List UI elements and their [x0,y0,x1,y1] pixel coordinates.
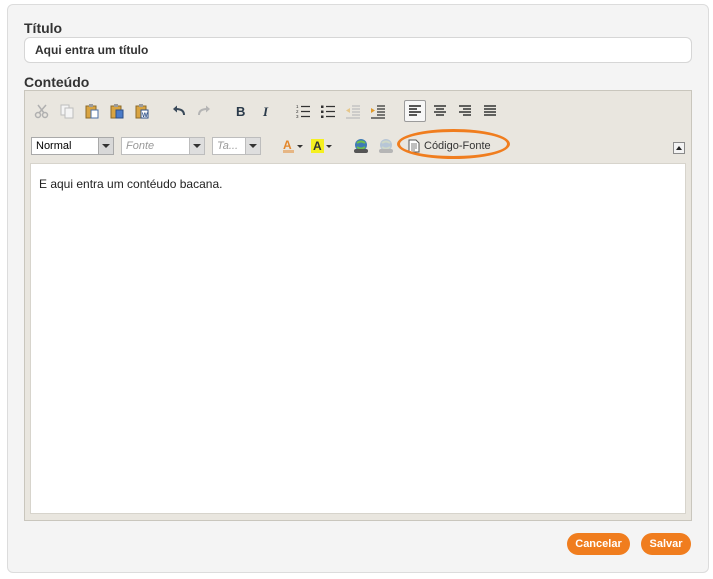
paste-icon[interactable] [81,100,103,122]
copy-icon[interactable] [56,100,78,122]
undo-icon[interactable] [168,100,190,122]
format-select[interactable]: Normal [31,137,114,155]
title-label: Título [24,20,63,36]
outdent-icon[interactable] [342,100,364,122]
unlink-icon[interactable] [375,135,397,157]
document-icon [408,139,420,153]
svg-text:W: W [142,113,148,119]
size-select-value: Ta... [217,140,238,152]
bold-icon[interactable]: B [230,100,252,122]
cancel-button[interactable]: Cancelar [567,533,630,555]
cut-icon[interactable] [31,100,53,122]
chevron-down-icon [189,138,204,154]
svg-text:B: B [236,104,245,119]
rich-text-editor: W B I 123 Normal Fonte Ta... A A Código-… [24,90,692,521]
redo-icon[interactable] [193,100,215,122]
svg-text:A: A [313,139,322,153]
indent-icon[interactable] [367,100,389,122]
size-select[interactable]: Ta... [212,137,261,155]
format-select-value: Normal [36,140,72,152]
source-code-label: Código-Fonte [424,140,491,152]
editor-toolbar-format: Normal Fonte Ta... A A Código-Fonte [31,129,510,159]
editor-content-area[interactable]: E aqui entra um contéudo bacana. [30,163,686,514]
title-input[interactable] [24,37,692,63]
svg-text:3: 3 [296,114,299,119]
paste-word-icon[interactable]: W [131,100,153,122]
svg-text:A: A [283,138,292,152]
content-label: Conteúdo [24,74,90,90]
align-justify-icon[interactable] [479,100,501,122]
save-button[interactable]: Salvar [641,533,691,555]
font-select[interactable]: Fonte [121,137,205,155]
italic-icon[interactable]: I [255,100,277,122]
collapse-toolbar-button[interactable] [673,142,685,154]
editor-content-text: E aqui entra um contéudo bacana. [39,177,223,191]
font-select-value: Fonte [126,140,155,152]
numbered-list-icon[interactable]: 123 [292,100,314,122]
align-right-icon[interactable] [454,100,476,122]
text-color-icon[interactable]: A [280,135,306,157]
svg-text:I: I [262,104,269,119]
paste-text-icon[interactable] [106,100,128,122]
link-icon[interactable] [350,135,372,157]
background-color-icon[interactable]: A [309,135,335,157]
chevron-down-icon [98,138,113,154]
editor-toolbar-main: W B I 123 [31,98,504,124]
chevron-down-icon [245,138,260,154]
align-center-icon[interactable] [429,100,451,122]
align-left-icon[interactable] [404,100,426,122]
bulleted-list-icon[interactable] [317,100,339,122]
source-code-button[interactable]: Código-Fonte [397,129,510,159]
